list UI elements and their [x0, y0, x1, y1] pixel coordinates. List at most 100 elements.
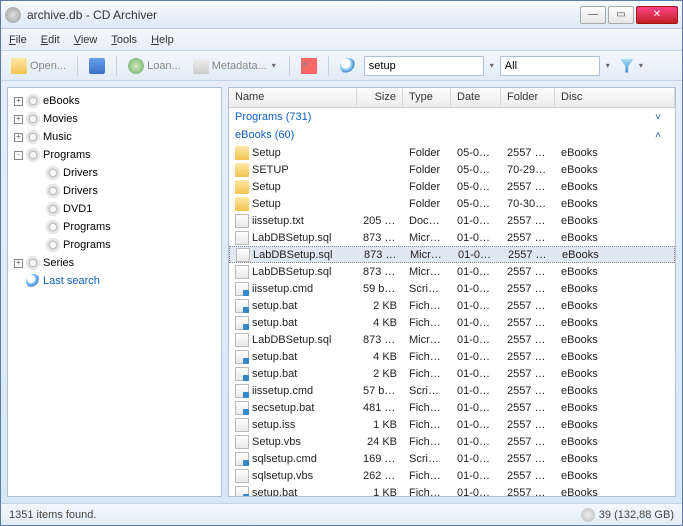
- file-name: setup.bat: [252, 300, 297, 312]
- tree-item[interactable]: -Programs: [10, 146, 219, 164]
- file-row[interactable]: setup.bat2 KBFicheir...01-07-...2557 D..…: [229, 365, 675, 382]
- file-name: LabDBSetup.sql: [253, 249, 333, 261]
- tree-toggle[interactable]: +: [14, 133, 23, 142]
- tree-toggle[interactable]: +: [14, 115, 23, 124]
- menu-help[interactable]: Help: [151, 34, 174, 46]
- file-row[interactable]: sqlsetup.cmd169 by...Script ...01-07-...…: [229, 450, 675, 467]
- file-row[interactable]: secsetup.bat481 by...Ficheir...01-07-...…: [229, 399, 675, 416]
- open-button[interactable]: Open...: [7, 56, 70, 76]
- maximize-button[interactable]: ▭: [608, 6, 634, 24]
- menu-file[interactable]: File: [9, 34, 27, 46]
- cell-size: 57 bytes: [357, 385, 403, 397]
- search-button[interactable]: [336, 56, 360, 76]
- doc-icon: [235, 435, 249, 449]
- funnel-button[interactable]: ▾: [616, 57, 649, 75]
- col-folder[interactable]: Folder: [501, 88, 555, 107]
- tree-toggle[interactable]: +: [14, 259, 23, 268]
- metadata-button[interactable]: Metadata...▾: [189, 56, 282, 76]
- cell-date: 01-07-...: [451, 487, 501, 497]
- col-type[interactable]: Type: [403, 88, 451, 107]
- file-row[interactable]: SetupFolder05-02-...2557 D...eBooks: [229, 178, 675, 195]
- folder-icon: [235, 146, 249, 160]
- cell-type: Micros...: [403, 232, 451, 244]
- file-row[interactable]: LabDBSetup.sql873 by...Micros...01-07-..…: [229, 263, 675, 280]
- file-row[interactable]: iissetup.cmd57 bytesScript ...01-07-...2…: [229, 382, 675, 399]
- group-row[interactable]: Programs (731)˅: [229, 108, 675, 126]
- minimize-button[interactable]: —: [580, 6, 606, 24]
- cell-folder: 2557 D...: [501, 385, 555, 397]
- cell-disc: eBooks: [555, 436, 675, 448]
- loan-icon: [128, 58, 144, 74]
- cell-disc: eBooks: [555, 419, 675, 431]
- col-disc[interactable]: Disc: [555, 88, 675, 107]
- menu-edit[interactable]: Edit: [41, 34, 60, 46]
- cell-type: Folder: [403, 181, 451, 193]
- cell-date: 01-07-...: [451, 351, 501, 363]
- tree-item[interactable]: +Series: [10, 254, 219, 272]
- file-row[interactable]: LabDBSetup.sql873 by...Micros...01-07-..…: [229, 229, 675, 246]
- tree-item[interactable]: Drivers: [10, 164, 219, 182]
- cell-date: 01-07-...: [452, 249, 502, 261]
- col-size[interactable]: Size: [357, 88, 403, 107]
- file-row[interactable]: setup.bat2 KBFicheir...01-07-...2557 D..…: [229, 297, 675, 314]
- col-name[interactable]: Name: [229, 88, 357, 107]
- filter-dropdown[interactable]: ▾: [604, 61, 612, 70]
- cell-disc: eBooks: [555, 317, 675, 329]
- tree-item[interactable]: Drivers: [10, 182, 219, 200]
- file-row[interactable]: SetupFolder05-02-...70-305...eBooks: [229, 195, 675, 212]
- menu-tools[interactable]: Tools: [111, 34, 137, 46]
- tree-toggle: [14, 277, 23, 286]
- tree-item[interactable]: DVD1: [10, 200, 219, 218]
- cell-date: 01-07-...: [451, 300, 501, 312]
- search-input[interactable]: [364, 56, 484, 76]
- status-left: 1351 items found.: [9, 509, 96, 521]
- file-row[interactable]: setup.bat4 KBFicheir...01-07-...2557 D..…: [229, 348, 675, 365]
- menu-view[interactable]: View: [74, 34, 98, 46]
- file-row[interactable]: setup.bat4 KBFicheir...01-07-...2557 D..…: [229, 314, 675, 331]
- file-row[interactable]: iissetup.txt205 by...Docum...01-07-...25…: [229, 212, 675, 229]
- file-name: sqlsetup.vbs: [252, 470, 313, 482]
- file-row[interactable]: iissetup.cmd59 bytesScript ...01-07-...2…: [229, 280, 675, 297]
- cell-disc: eBooks: [555, 453, 675, 465]
- filter-input[interactable]: [500, 56, 600, 76]
- file-row[interactable]: Setup.vbs24 KBFicheir...01-07-...2557 D.…: [229, 433, 675, 450]
- file-row[interactable]: LabDBSetup.sql873 by...Micros...01-07-..…: [229, 331, 675, 348]
- tree-toggle[interactable]: -: [14, 151, 23, 160]
- delete-button[interactable]: ✕: [297, 56, 321, 76]
- bat-icon: [235, 384, 249, 398]
- tree-item[interactable]: Last search: [10, 272, 219, 290]
- file-name: LabDBSetup.sql: [252, 266, 332, 278]
- tree-item[interactable]: Programs: [10, 236, 219, 254]
- loan-button[interactable]: Loan...: [124, 56, 185, 76]
- file-row[interactable]: SETUPFolder05-02-...70-292...eBooks: [229, 161, 675, 178]
- search-icon: [26, 274, 40, 288]
- search-icon: [340, 58, 356, 74]
- tree-toggle[interactable]: +: [14, 97, 23, 106]
- group-row[interactable]: eBooks (60)˄: [229, 126, 675, 144]
- tree-item[interactable]: +Music: [10, 128, 219, 146]
- cell-folder: 2557 D...: [501, 436, 555, 448]
- tree-item[interactable]: +eBooks: [10, 92, 219, 110]
- tree-item[interactable]: Programs: [10, 218, 219, 236]
- file-row[interactable]: setup.bat1 KBFicheir...01-07-...2557 D..…: [229, 484, 675, 496]
- close-button[interactable]: ✕: [636, 6, 678, 24]
- cell-type: Ficheir...: [403, 487, 451, 497]
- cell-folder: 2557 D...: [501, 181, 555, 193]
- tree-item-label: DVD1: [63, 203, 92, 215]
- save-button[interactable]: [85, 56, 109, 76]
- tree-item[interactable]: +Movies: [10, 110, 219, 128]
- app-icon: [5, 7, 21, 23]
- disc-icon: [46, 202, 60, 216]
- file-row[interactable]: setup.iss1 KBFicheir...01-07-...2557 D..…: [229, 416, 675, 433]
- file-name: Setup: [252, 147, 281, 159]
- list-body[interactable]: Programs (731)˅eBooks (60)˄SetupFolder05…: [229, 108, 675, 496]
- file-row[interactable]: LabDBSetup.sql873 by...Micros...01-07-..…: [229, 246, 675, 263]
- file-row[interactable]: SetupFolder05-02-...2557 D...eBooks: [229, 144, 675, 161]
- col-date[interactable]: Date: [451, 88, 501, 107]
- file-name: setup.bat: [252, 317, 297, 329]
- cell-folder: 70-292...: [501, 164, 555, 176]
- file-row[interactable]: sqlsetup.vbs262 by...Ficheir...01-07-...…: [229, 467, 675, 484]
- cell-size: 4 KB: [357, 351, 403, 363]
- cell-folder: 2557 D...: [501, 453, 555, 465]
- search-dropdown[interactable]: ▾: [488, 61, 496, 70]
